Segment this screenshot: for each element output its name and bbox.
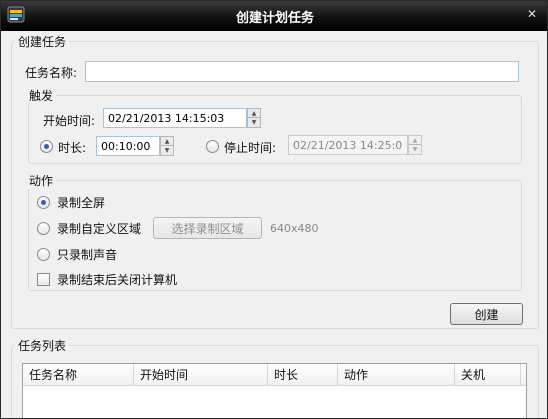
spin-down-icon[interactable]: ▼ (248, 118, 260, 127)
task-name-input[interactable] (85, 61, 519, 82)
column-header-shutdown[interactable]: 关机 (455, 364, 521, 386)
select-record-area-button[interactable]: 选择录制区域 (153, 217, 262, 239)
trigger-legend: 触发 (26, 87, 57, 104)
column-header-action[interactable]: 动作 (338, 364, 455, 386)
create-task-legend: 创建任务 (15, 33, 70, 50)
duration-input[interactable] (96, 136, 160, 156)
start-time-label: 开始时间: (43, 114, 96, 128)
record-fullscreen-label: 录制全屏 (57, 196, 106, 210)
shutdown-label: 录制结束后关闭计算机 (57, 273, 178, 287)
spin-up-icon[interactable]: ▲ (161, 137, 173, 146)
record-custom-area-radio[interactable] (37, 222, 50, 235)
column-header-task-name[interactable]: 任务名称 (23, 364, 134, 386)
record-audio-only-label: 只录制声音 (57, 248, 118, 262)
duration-label: 时长: (58, 141, 87, 155)
record-fullscreen-radio[interactable] (37, 196, 50, 209)
stop-time-radio[interactable] (206, 140, 219, 153)
create-button[interactable]: 创建 (450, 303, 523, 325)
start-time-input[interactable] (103, 108, 247, 128)
app-icon (7, 5, 27, 25)
stop-time-label: 停止时间: (224, 141, 277, 155)
window-title: 创建计划任务 (235, 10, 314, 26)
spin-down-icon[interactable]: ▼ (409, 145, 421, 154)
duration-radio[interactable] (40, 140, 53, 153)
start-time-spinner[interactable]: ▲ ▼ (247, 108, 261, 128)
column-header-duration[interactable]: 时长 (268, 364, 338, 386)
record-audio-only-radio[interactable] (37, 248, 50, 261)
duration-spinner[interactable]: ▲ ▼ (160, 136, 174, 156)
shutdown-checkbox[interactable] (37, 273, 50, 286)
spin-up-icon[interactable]: ▲ (409, 136, 421, 145)
stop-time-input[interactable] (288, 135, 408, 155)
area-size-text: 640x480 (270, 222, 319, 235)
title-bar: 创建计划任务 ✕ (1, 1, 547, 31)
spin-up-icon[interactable]: ▲ (248, 109, 260, 118)
action-legend: 动作 (26, 172, 57, 189)
spin-down-icon[interactable]: ▼ (161, 146, 173, 155)
column-header-start-time[interactable]: 开始时间 (134, 364, 268, 386)
task-list-header: 任务名称 开始时间 时长 动作 关机 (23, 364, 526, 386)
task-list-legend: 任务列表 (15, 337, 70, 354)
record-custom-area-label: 录制自定义区域 (57, 222, 142, 236)
stop-time-spinner[interactable]: ▲ ▼ (408, 135, 422, 155)
close-icon[interactable]: ✕ (525, 7, 539, 21)
create-scheduled-task-dialog: 创建计划任务 ✕ 创建任务 任务名称: 触发 开始时间: ▲ ▼ 时长: ▲ ▼… (0, 0, 548, 419)
task-name-label: 任务名称: (25, 66, 78, 80)
task-list-table: 任务名称 开始时间 时长 动作 关机 (22, 363, 527, 418)
